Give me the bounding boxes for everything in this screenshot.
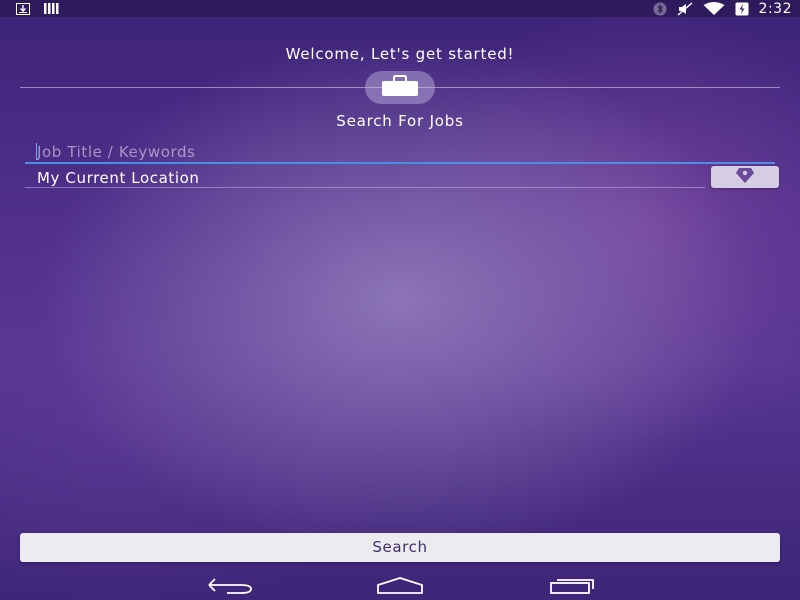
battery-charging-icon: [735, 2, 749, 16]
job-keywords-input[interactable]: Job Title / Keywords: [25, 140, 775, 164]
text-cursor: [36, 143, 37, 160]
status-bar-time: 2:32: [758, 0, 792, 17]
home-icon: [376, 576, 424, 598]
navigation-bar: [0, 573, 800, 600]
briefcase-badge: [365, 71, 435, 104]
signal-bars-icon: [44, 3, 60, 14]
briefcase-icon: [381, 74, 419, 101]
job-keywords-placeholder: Job Title / Keywords: [37, 143, 196, 161]
wifi-icon: [703, 1, 725, 16]
recents-button[interactable]: [542, 577, 602, 597]
use-current-location-button[interactable]: [711, 166, 779, 188]
status-bar: 2:32: [0, 0, 800, 17]
location-input[interactable]: My Current Location: [25, 167, 705, 188]
location-value: My Current Location: [37, 169, 200, 187]
bluetooth-icon: [653, 2, 667, 16]
back-icon: [207, 576, 253, 598]
mute-icon: [677, 1, 693, 16]
download-icon: [16, 2, 30, 15]
section-title: Search For Jobs: [336, 112, 464, 130]
location-pin-icon: [734, 166, 756, 188]
search-button[interactable]: Search: [20, 533, 780, 562]
recents-icon: [549, 576, 595, 598]
status-bar-right: 2:32: [653, 0, 792, 17]
back-button[interactable]: [200, 577, 260, 597]
status-bar-left: [16, 2, 60, 15]
home-button[interactable]: [370, 577, 430, 597]
welcome-heading: Welcome, Let's get started!: [285, 45, 515, 63]
